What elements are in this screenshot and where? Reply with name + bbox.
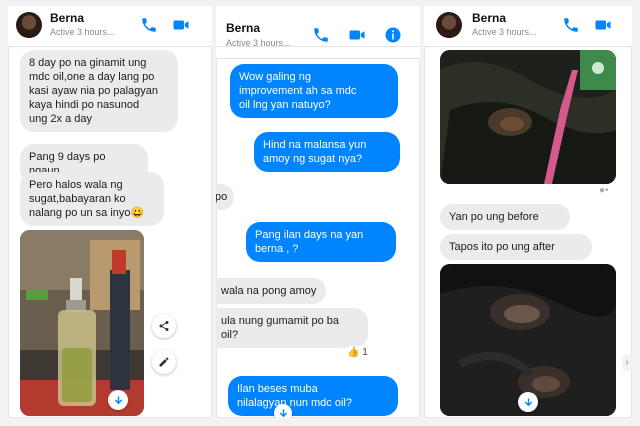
message-outgoing: Pang ilan days na yan berna , ?	[246, 222, 396, 262]
download-arrow-icon	[279, 408, 287, 417]
contact-avatar[interactable]	[436, 12, 462, 38]
video-camera-icon[interactable]	[172, 16, 190, 34]
contact-name[interactable]: Berna	[50, 11, 84, 25]
message-outgoing: Hind na malansa yun amoy ng sugat nya?	[254, 132, 400, 172]
message-incoming: Tapos ito po ung after	[440, 234, 592, 260]
contact-avatar[interactable]	[16, 12, 42, 38]
photo-before[interactable]	[440, 50, 616, 184]
chat-panel-right: Berna Active 3 hours... ●• Yan po ung be…	[424, 6, 632, 418]
message-incoming: wala na pong amoy	[216, 278, 326, 304]
message-incoming: Pero halos wala ng sugat,babayaran ko na…	[20, 172, 164, 226]
chat-panel-left: Berna Active 3 hours... 8 day po na gina…	[8, 6, 212, 418]
message-incoming: Yan po ung before	[440, 204, 570, 230]
phone-icon[interactable]	[562, 16, 580, 34]
dog-wound-before-image	[440, 50, 616, 184]
message-incoming: ula nung gumamit po ba oil?	[216, 308, 368, 348]
share-icon	[159, 321, 169, 331]
seen-indicator: ●•	[596, 184, 612, 197]
oil-bottle-image	[20, 230, 144, 416]
phone-icon[interactable]	[312, 26, 330, 44]
contact-name[interactable]: Berna	[472, 11, 506, 25]
contact-status: Active 3 hours...	[226, 38, 291, 48]
message-outgoing: Ilan beses muba nilalagyan nun mdc oil?	[228, 376, 398, 416]
contact-name[interactable]: Berna	[226, 21, 260, 35]
video-camera-icon[interactable]	[594, 16, 612, 34]
share-button[interactable]	[152, 314, 176, 338]
video-camera-icon[interactable]	[348, 26, 366, 44]
message-incoming: 8 day po na ginamit ung mdc oil,one a da…	[20, 50, 178, 132]
chat-header: Berna Active 3 hours...	[216, 6, 420, 48]
phone-icon[interactable]	[140, 16, 158, 34]
download-button[interactable]	[518, 392, 538, 412]
download-arrow-icon	[524, 397, 532, 406]
photo-after[interactable]	[440, 264, 616, 416]
download-arrow-icon	[114, 395, 122, 404]
product-photo-oil-bottle[interactable]	[20, 230, 144, 416]
message-outgoing: Wow galing ng improvement ah sa mdc oil …	[230, 64, 398, 118]
scroll-arrow[interactable]: ›	[622, 354, 632, 372]
chat-header: Berna Active 3 hours...	[8, 6, 212, 47]
message-incoming: po	[216, 184, 234, 210]
pencil-icon	[159, 357, 169, 367]
chat-panel-middle: Berna Active 3 hours... Wow galing ng im…	[216, 6, 420, 418]
chat-header: Berna Active 3 hours...	[424, 6, 632, 47]
contact-status: Active 3 hours...	[50, 27, 115, 37]
contact-status: Active 3 hours...	[472, 27, 537, 37]
download-button[interactable]	[274, 404, 292, 418]
download-button[interactable]	[108, 390, 128, 410]
reaction-badge[interactable]: 👍 1	[344, 346, 371, 359]
edit-button[interactable]	[152, 350, 176, 374]
info-icon[interactable]	[384, 26, 402, 44]
